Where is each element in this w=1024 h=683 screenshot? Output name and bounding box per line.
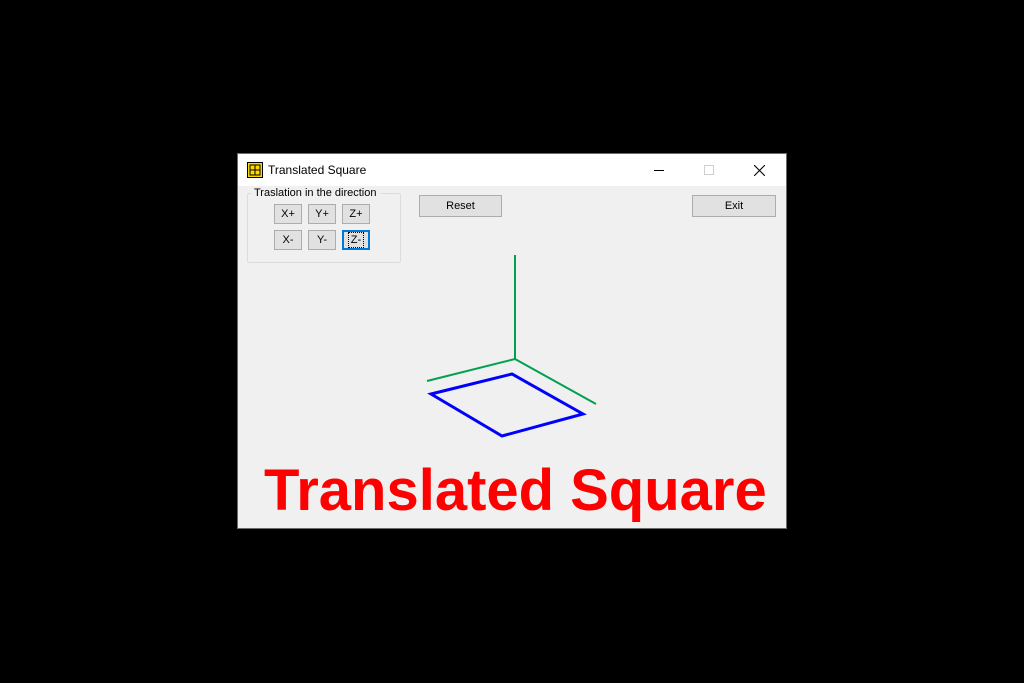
app-window: Translated Square Traslation in the dire… — [238, 154, 786, 528]
heading-part2: Square — [570, 458, 767, 523]
heading-part1: Translated — [264, 458, 554, 523]
heading-text: Translated Square — [264, 458, 767, 523]
coordinate-axes — [426, 255, 597, 405]
drawing-canvas: Translated Square — [264, 255, 767, 523]
